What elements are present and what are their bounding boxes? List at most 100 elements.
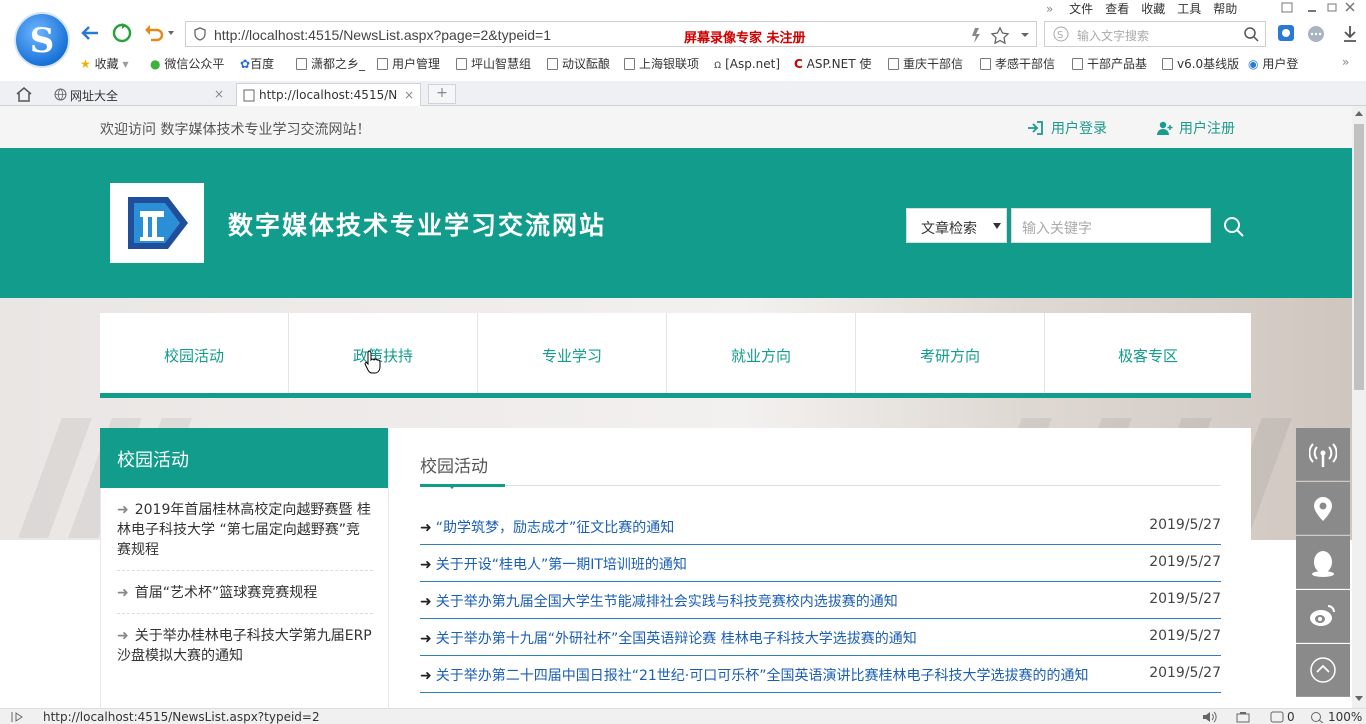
undo-icon bbox=[145, 25, 174, 42]
sidebar-item[interactable]: ➜ 2019年首届桂林高校定向越野赛暨 桂林电子科技大学 “第七届定向越野赛”竞赛… bbox=[117, 500, 373, 571]
speaker-icon bbox=[1203, 711, 1217, 723]
scrollbar-thumb[interactable] bbox=[1354, 124, 1364, 390]
close-icon[interactable]: × bbox=[214, 87, 224, 101]
news-title: 关于举办第二十四届中国日报社“21世纪·可口可乐杯”全国英语演讲比赛桂林电子科技… bbox=[435, 668, 1089, 684]
sidebar-item[interactable]: ➜ 关于举办桂林电子科技大学第九届ERP沙盘模拟大赛的通知 bbox=[117, 626, 373, 676]
back-to-top-button[interactable] bbox=[1296, 644, 1350, 697]
qq-button[interactable] bbox=[1296, 536, 1350, 589]
toolbar-right bbox=[1276, 23, 1362, 45]
recorder-watermark: 屏幕录像专家 未注册 bbox=[684, 31, 806, 46]
bookmark-item[interactable]: v6.0基线版 bbox=[1162, 55, 1239, 72]
search-icon[interactable] bbox=[1223, 216, 1245, 238]
bookmark-item[interactable]: 用户管理 bbox=[377, 55, 440, 72]
new-tab-button[interactable]: + bbox=[428, 84, 456, 104]
site-logo[interactable] bbox=[110, 183, 204, 263]
browser-search-placeholder: 输入文字搜索 bbox=[1077, 29, 1150, 43]
bookmark-item[interactable]: 潇都之乡_ bbox=[296, 55, 365, 72]
news-row[interactable]: ➜ 关于举办第十九届“外研社杯”全国英语辩论赛 桂林电子科技大学选拔赛的通知 201… bbox=[420, 619, 1221, 656]
nav-campus-activity[interactable]: 校园活动 bbox=[100, 313, 289, 393]
main-nav: 校园活动 政策扶持 专业学习 就业方向 考研方向 极客专区 bbox=[100, 313, 1251, 398]
news-date: 2019/5/27 bbox=[1149, 591, 1221, 607]
nav-geek-zone[interactable]: 极客专区 bbox=[1045, 313, 1251, 393]
sidebar-item[interactable]: ➜ 首届“艺术杯”篮球赛竞赛规程 bbox=[117, 583, 373, 614]
toolbar-icons bbox=[1278, 25, 1356, 42]
location-button[interactable] bbox=[1296, 482, 1350, 535]
bookmark-item[interactable]: 坪山智慧组 bbox=[456, 55, 531, 72]
login-link[interactable]: 用户登录 bbox=[1027, 118, 1107, 138]
bookmark-item[interactable]: 上海银联项 bbox=[624, 55, 699, 72]
cursor-hand-icon bbox=[364, 350, 381, 374]
menu-help[interactable]: 帮助 bbox=[1213, 2, 1237, 16]
nav-postgrad[interactable]: 考研方向 bbox=[856, 313, 1045, 393]
bookmark-item[interactable]: C ASP.NET 使 bbox=[794, 55, 871, 72]
bookmark-item[interactable]: 干部产品基 bbox=[1072, 55, 1147, 72]
address-tools-icon bbox=[972, 26, 1029, 44]
news-title: 关于开设“桂电人”第一期IT培训班的通知 bbox=[435, 557, 687, 573]
news-row[interactable]: ➜ 关于举办第二十四届中国日报社“21世纪·可口可乐杯”全国英语演讲比赛桂林电子科… bbox=[420, 656, 1221, 693]
undo-button[interactable] bbox=[142, 21, 174, 45]
news-row[interactable]: ➜ 关于开设“桂电人”第一期IT培训班的通知 2019/5/27 bbox=[420, 545, 1221, 582]
chevron-right-icon: ➜ bbox=[117, 628, 129, 644]
close-icon[interactable]: × bbox=[404, 88, 414, 102]
welcome-text: 欢迎访问 数字媒体技术专业学习交流网站！ bbox=[100, 122, 371, 138]
news-date: 2019/5/27 bbox=[1149, 628, 1221, 644]
menu-tools[interactable]: 工具 bbox=[1177, 2, 1201, 16]
arrow-right-icon: ➜ bbox=[420, 668, 432, 684]
zoom-level[interactable]: 100% bbox=[1328, 710, 1362, 724]
bookmark-baidu[interactable]: ✿百度 bbox=[240, 55, 274, 72]
address-url[interactable]: http://localhost:4515/NewsList.aspx?page… bbox=[214, 27, 551, 43]
menu-view[interactable]: 查看 bbox=[1105, 2, 1129, 16]
status-url: http://localhost:4515/NewsList.aspx?type… bbox=[43, 710, 320, 724]
nav-career[interactable]: 就业方向 bbox=[667, 313, 856, 393]
tab-nav-directory[interactable]: 网址大全 × bbox=[48, 83, 230, 107]
bookmark-item[interactable]: ◉ 用户登 bbox=[1248, 55, 1298, 72]
news-row-partial[interactable] bbox=[420, 693, 1221, 708]
nav-major-study[interactable]: 专业学习 bbox=[478, 313, 667, 393]
bookmark-favorites[interactable]: ★ 收藏 ▾ bbox=[80, 55, 128, 72]
refresh-button[interactable] bbox=[110, 21, 134, 45]
menu-favorites[interactable]: 收藏 bbox=[1141, 2, 1165, 16]
bookmark-item[interactable]: 重庆干部信 bbox=[888, 55, 963, 72]
location-pin-icon bbox=[1314, 497, 1332, 521]
menu-file[interactable]: 文件 bbox=[1069, 2, 1093, 16]
search-type-select[interactable]: 文章检索 bbox=[906, 208, 1007, 243]
bookmark-wechat[interactable]: ● 微信公众平 bbox=[150, 55, 224, 72]
news-row[interactable]: ➜ “助学筑梦，励志成才”征文比赛的通知 2019/5/27 bbox=[420, 508, 1221, 545]
chevron-down-icon bbox=[993, 223, 1001, 229]
window-buttons-icon bbox=[1281, 2, 1355, 13]
qq-penguin-icon bbox=[1312, 551, 1334, 577]
blocked-ads-icon bbox=[1270, 711, 1284, 723]
arrow-right-icon: ➜ bbox=[420, 520, 432, 536]
bookmark-item[interactable]: 动议酝酿 bbox=[547, 55, 610, 72]
back-button[interactable] bbox=[78, 21, 102, 45]
sidebar-title: 校园活动 bbox=[100, 428, 388, 488]
browser-chrome: S » 文件 查看 收藏 工具 帮助 http://localhost:4515/New… bbox=[0, 0, 1366, 107]
register-link[interactable]: 用户注册 bbox=[1157, 118, 1235, 138]
page-icon bbox=[243, 89, 255, 102]
refresh-icon bbox=[112, 23, 132, 43]
chevron-right-icon: ➜ bbox=[117, 585, 129, 601]
home-icon bbox=[16, 87, 32, 102]
search-icon bbox=[1244, 27, 1259, 42]
broadcast-button[interactable] bbox=[1296, 428, 1350, 481]
menu-bar: » 文件 查看 收藏 工具 帮助 bbox=[1046, 0, 1249, 16]
bookmark-item[interactable]: ꭥ [Asp.net] bbox=[714, 55, 780, 72]
chevron-right-icon: ➜ bbox=[117, 502, 129, 518]
address-bar[interactable]: http://localhost:4515/NewsList.aspx?page… bbox=[185, 21, 1037, 47]
menu-expand-icon[interactable]: » bbox=[1046, 2, 1053, 16]
news-title: “助学筑梦，励志成才”征文比赛的通知 bbox=[435, 520, 675, 536]
download-status-icon bbox=[1236, 712, 1250, 723]
nav-policy-support[interactable]: 政策扶持 bbox=[289, 313, 478, 393]
status-bar: http://localhost:4515/NewsList.aspx?type… bbox=[0, 708, 1366, 724]
keyword-input[interactable]: 输入关键字 bbox=[1011, 208, 1211, 243]
bookmarks-more-icon[interactable]: » bbox=[1342, 55, 1349, 69]
sidebar-toggle-icon bbox=[11, 712, 23, 722]
weibo-button[interactable] bbox=[1296, 590, 1350, 643]
bookmark-item[interactable]: 孝感干部信 bbox=[980, 55, 1055, 72]
site-title: 数字媒体技术专业学习交流网站 bbox=[228, 211, 607, 240]
news-panel-title: 校园活动 bbox=[420, 457, 488, 477]
tab-active-page[interactable]: http://localhost:4515/N × bbox=[236, 83, 421, 107]
browser-search-box[interactable]: S 输入文字搜索 bbox=[1044, 21, 1266, 47]
tab-label: http://localhost:4515/N bbox=[259, 88, 398, 102]
news-row[interactable]: ➜ 关于举办第九届全国大学生节能减排社会实践与科技竞赛校内选拔赛的通知 2019/5… bbox=[420, 582, 1221, 619]
